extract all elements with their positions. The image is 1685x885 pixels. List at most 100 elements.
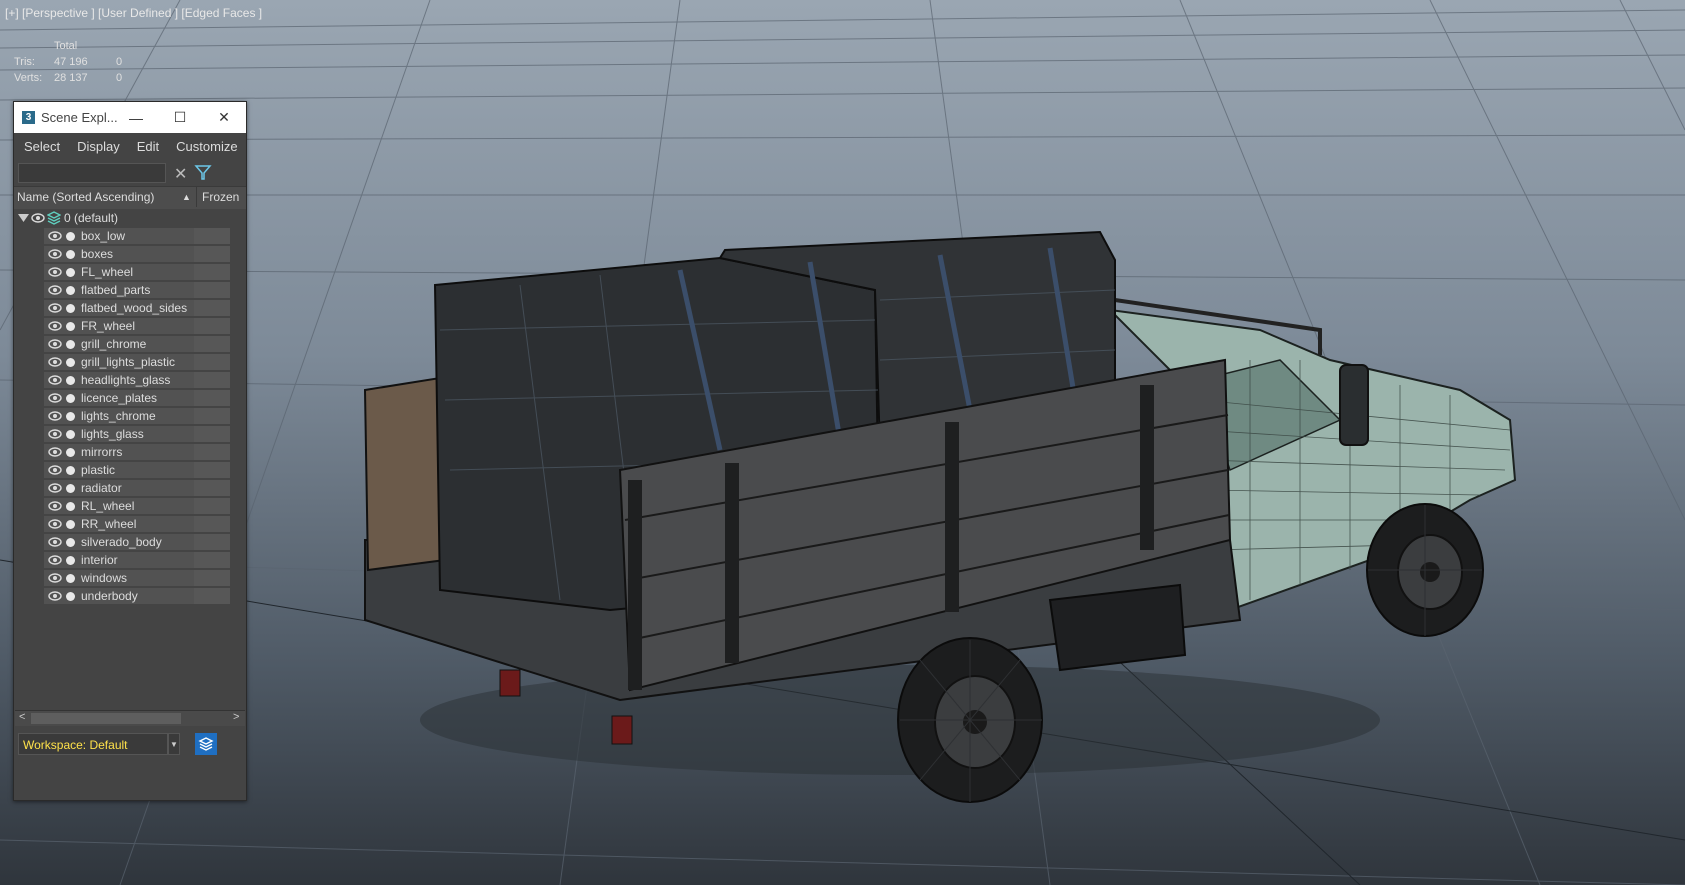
object-render-dot[interactable] <box>66 484 75 493</box>
close-button[interactable]: ✕ <box>202 102 246 133</box>
scene-object-row[interactable]: lights_chrome <box>14 407 246 425</box>
scene-object-row[interactable]: box_low <box>14 227 246 245</box>
chevron-right-icon[interactable]: > <box>233 711 239 723</box>
menu-display[interactable]: Display <box>77 139 120 154</box>
object-render-dot[interactable] <box>66 250 75 259</box>
object-render-dot[interactable] <box>66 304 75 313</box>
eye-icon[interactable] <box>48 409 62 423</box>
menu-edit[interactable]: Edit <box>137 139 159 154</box>
frozen-cell[interactable] <box>194 516 230 532</box>
object-render-dot[interactable] <box>66 340 75 349</box>
close-icon[interactable]: ✕ <box>174 164 187 184</box>
eye-icon[interactable] <box>48 247 62 261</box>
object-render-dot[interactable] <box>66 232 75 241</box>
scrollbar-thumb[interactable] <box>31 713 181 724</box>
object-render-dot[interactable] <box>66 430 75 439</box>
frozen-cell[interactable] <box>194 444 230 460</box>
viewport-scene[interactable] <box>0 0 1685 885</box>
scene-object-row[interactable]: radiator <box>14 479 246 497</box>
eye-icon[interactable] <box>48 229 62 243</box>
scene-object-row[interactable]: grill_lights_plastic <box>14 353 246 371</box>
horizontal-scrollbar[interactable]: < > <box>15 710 245 726</box>
frozen-cell[interactable] <box>194 534 230 550</box>
frozen-cell[interactable] <box>194 552 230 568</box>
eye-icon[interactable] <box>48 445 62 459</box>
frozen-cell[interactable] <box>194 336 230 352</box>
frozen-cell[interactable] <box>194 498 230 514</box>
menu-select[interactable]: Select <box>24 139 60 154</box>
eye-icon[interactable] <box>48 283 62 297</box>
scene-object-row[interactable]: silverado_body <box>14 533 246 551</box>
scene-object-row[interactable]: headlights_glass <box>14 371 246 389</box>
perspective-viewport[interactable]: [+] [Perspective ] [User Defined ] [Edge… <box>0 0 1685 885</box>
frozen-cell[interactable] <box>194 390 230 406</box>
eye-icon[interactable] <box>48 265 62 279</box>
search-input[interactable] <box>18 163 166 183</box>
object-render-dot[interactable] <box>66 448 75 457</box>
eye-icon[interactable] <box>31 211 45 225</box>
eye-icon[interactable] <box>48 391 62 405</box>
object-render-dot[interactable] <box>66 322 75 331</box>
chevron-down-icon[interactable]: ▼ <box>168 733 180 755</box>
object-render-dot[interactable] <box>66 412 75 421</box>
eye-icon[interactable] <box>48 373 62 387</box>
chevron-left-icon[interactable]: < <box>19 711 25 723</box>
scene-object-row[interactable]: boxes <box>14 245 246 263</box>
object-render-dot[interactable] <box>66 574 75 583</box>
scene-object-row[interactable]: licence_plates <box>14 389 246 407</box>
scene-object-list[interactable]: 0 (default) box_low boxes FL_wheel flatbed_… <box>14 209 246 704</box>
frozen-cell[interactable] <box>194 372 230 388</box>
scene-object-row[interactable]: plastic <box>14 461 246 479</box>
frozen-cell[interactable] <box>194 462 230 478</box>
object-render-dot[interactable] <box>66 286 75 295</box>
eye-icon[interactable] <box>48 517 62 531</box>
workspace-dropdown[interactable]: Workspace: Default <box>18 733 168 755</box>
object-render-dot[interactable] <box>66 592 75 601</box>
eye-icon[interactable] <box>48 337 62 351</box>
eye-icon[interactable] <box>48 499 62 513</box>
object-render-dot[interactable] <box>66 358 75 367</box>
eye-icon[interactable] <box>48 589 62 603</box>
filter-icon[interactable] <box>194 163 212 181</box>
object-render-dot[interactable] <box>66 376 75 385</box>
object-render-dot[interactable] <box>66 268 75 277</box>
object-render-dot[interactable] <box>66 538 75 547</box>
scene-object-row[interactable]: interior <box>14 551 246 569</box>
frozen-cell[interactable] <box>194 282 230 298</box>
eye-icon[interactable] <box>48 301 62 315</box>
maximize-button[interactable]: ☐ <box>158 102 202 133</box>
object-render-dot[interactable] <box>66 394 75 403</box>
object-render-dot[interactable] <box>66 466 75 475</box>
triangle-down-icon[interactable] <box>18 213 29 223</box>
scene-object-row[interactable]: flatbed_wood_sides <box>14 299 246 317</box>
eye-icon[interactable] <box>48 535 62 549</box>
scene-object-row[interactable]: FL_wheel <box>14 263 246 281</box>
scene-object-row[interactable]: underbody <box>14 587 246 605</box>
frozen-cell[interactable] <box>194 264 230 280</box>
scene-object-row[interactable]: flatbed_parts <box>14 281 246 299</box>
frozen-cell[interactable] <box>194 318 230 334</box>
object-render-dot[interactable] <box>66 502 75 511</box>
eye-icon[interactable] <box>48 427 62 441</box>
layer-explorer-button[interactable] <box>195 733 217 755</box>
scene-object-row[interactable]: RR_wheel <box>14 515 246 533</box>
frozen-cell[interactable] <box>194 408 230 424</box>
eye-icon[interactable] <box>48 553 62 567</box>
frozen-cell[interactable] <box>194 426 230 442</box>
frozen-cell[interactable] <box>194 354 230 370</box>
eye-icon[interactable] <box>48 355 62 369</box>
frozen-cell[interactable] <box>194 228 230 244</box>
scene-explorer-titlebar[interactable]: 3 Scene Expl... — ☐ ✕ <box>14 102 246 133</box>
column-frozen-header[interactable]: Frozen <box>196 187 239 207</box>
column-name-header[interactable]: Name (Sorted Ascending) <box>17 187 154 207</box>
scene-object-row[interactable]: RL_wheel <box>14 497 246 515</box>
frozen-cell[interactable] <box>194 570 230 586</box>
scene-object-row[interactable]: mirrorrs <box>14 443 246 461</box>
frozen-cell[interactable] <box>194 300 230 316</box>
eye-icon[interactable] <box>48 463 62 477</box>
eye-icon[interactable] <box>48 571 62 585</box>
eye-icon[interactable] <box>48 481 62 495</box>
scene-object-row[interactable]: windows <box>14 569 246 587</box>
frozen-cell[interactable] <box>194 480 230 496</box>
object-render-dot[interactable] <box>66 556 75 565</box>
